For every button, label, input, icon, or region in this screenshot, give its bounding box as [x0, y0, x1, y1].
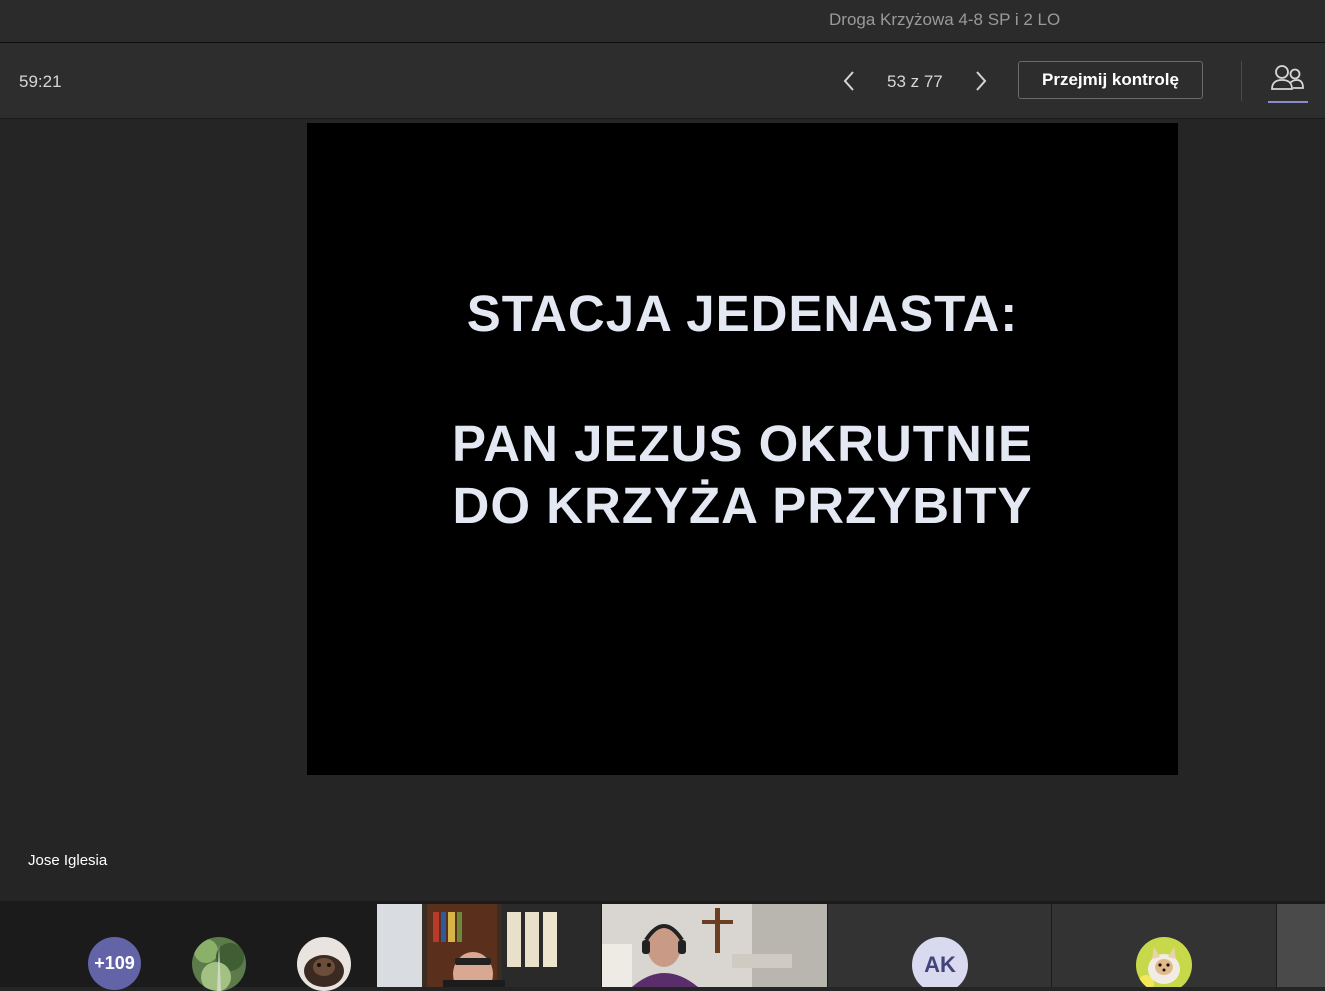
participant-tile-photo[interactable]	[1052, 904, 1276, 987]
participant-video-tile[interactable]	[377, 904, 601, 987]
presentation-toolbar: 59:21 53 z 77 Przejmij kontrolę	[0, 43, 1325, 119]
initials-avatar: AK	[912, 937, 968, 987]
presenter-name-label: Jose Iglesia	[28, 852, 108, 869]
overflow-participants-badge[interactable]: +109	[88, 937, 141, 990]
dog-photo-avatar	[1136, 937, 1192, 987]
title-bar: Droga Krzyżowa 4-8 SP i 2 LO	[0, 0, 1325, 43]
participant-tile-initials[interactable]: AK	[828, 904, 1051, 987]
slide-body-line: PAN JEZUS OKRUTNIE	[452, 415, 1033, 472]
pet-photo-avatar	[297, 937, 351, 991]
participant-tile-partial[interactable]	[1277, 904, 1325, 987]
video-feed-chapel	[602, 904, 827, 987]
chevron-right-icon	[976, 71, 987, 91]
participant-video-tile[interactable]	[602, 904, 827, 987]
meeting-title: Droga Krzyżowa 4-8 SP i 2 LO	[829, 10, 1061, 29]
participant-avatar[interactable]	[192, 937, 246, 991]
video-feed-office	[377, 904, 601, 987]
people-icon	[1271, 65, 1304, 90]
toolbar-divider	[1241, 61, 1242, 101]
slide-body: PAN JEZUS OKRUTNIE DO KRZYŻA PRZYBITY	[307, 413, 1178, 537]
participant-gallery: +109 AK	[0, 901, 1325, 991]
active-indicator	[1268, 101, 1308, 103]
participant-avatar	[1136, 937, 1192, 987]
participant-avatar[interactable]	[297, 937, 351, 991]
chevron-left-icon	[843, 71, 854, 91]
nature-photo-avatar	[192, 937, 246, 991]
presentation-slide: STACJA JEDENASTA: PAN JEZUS OKRUTNIE DO …	[307, 123, 1178, 775]
slide-counter: 53 z 77	[887, 72, 943, 91]
meeting-timer: 59:21	[19, 72, 62, 91]
take-control-button[interactable]: Przejmij kontrolę	[1018, 61, 1203, 99]
slide-heading: STACJA JEDENASTA:	[466, 285, 1019, 342]
slide-body-line: DO KRZYŻA PRZYBITY	[452, 477, 1033, 534]
next-slide-button[interactable]	[966, 65, 996, 97]
participants-button[interactable]	[1268, 61, 1308, 103]
previous-slide-button[interactable]	[834, 65, 864, 97]
shared-content-stage: STACJA JEDENASTA: PAN JEZUS OKRUTNIE DO …	[0, 119, 1325, 901]
